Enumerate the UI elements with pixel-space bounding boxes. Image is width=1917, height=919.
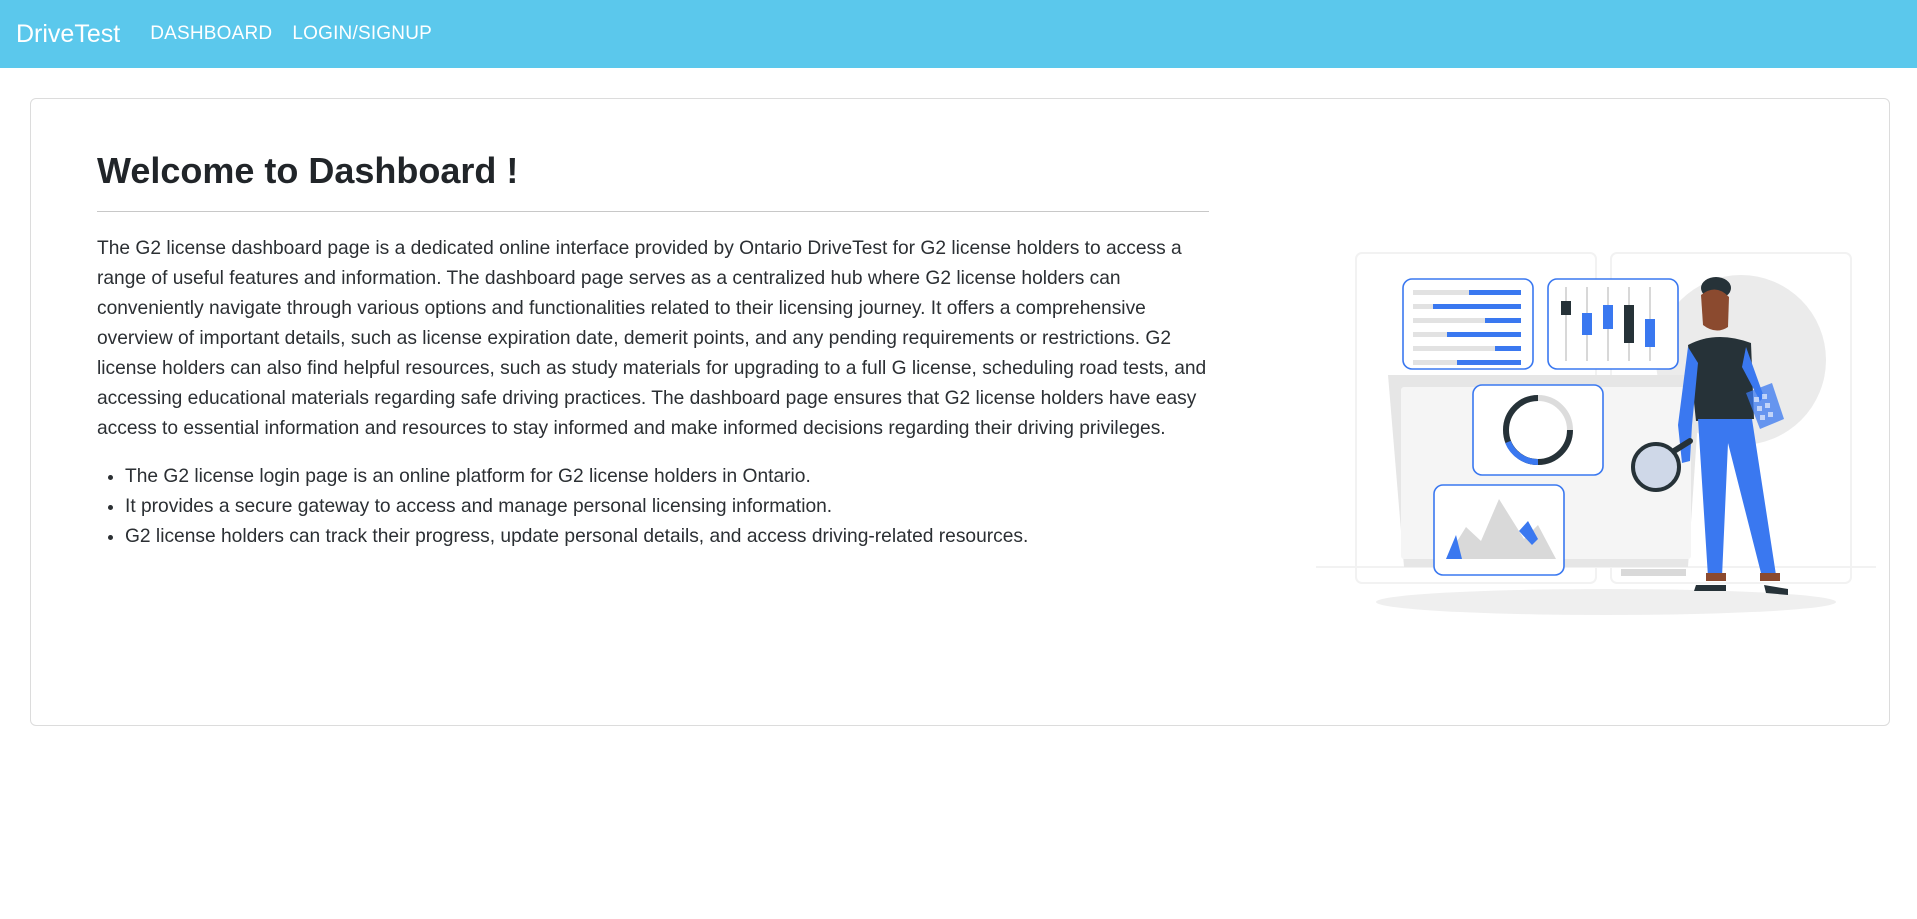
list-item: It provides a secure gateway to access a…: [125, 492, 1211, 522]
nav-link-login-signup[interactable]: LOGIN/SIGNUP: [292, 23, 432, 45]
page-title: Welcome to Dashboard !: [97, 150, 519, 191]
top-navbar: DriveTest DASHBOARD LOGIN/SIGNUP: [0, 0, 1917, 68]
nav-link-dashboard[interactable]: DASHBOARD: [150, 23, 272, 45]
list-item: G2 license holders can track their progr…: [125, 522, 1211, 552]
title-divider: [97, 211, 1209, 212]
list-item: The G2 license login page is an online p…: [125, 462, 1211, 492]
dashboard-card: Welcome to Dashboard ! The G2 license da…: [30, 98, 1890, 726]
description-paragraph: The G2 license dashboard page is a dedic…: [97, 238, 1207, 439]
dashboard-content: Welcome to Dashboard ! The G2 license da…: [97, 149, 1211, 552]
feature-list: The G2 license login page is an online p…: [97, 462, 1211, 552]
brand-logo-link[interactable]: DriveTest: [16, 20, 120, 49]
dashboard-illustration: [1316, 252, 1876, 615]
